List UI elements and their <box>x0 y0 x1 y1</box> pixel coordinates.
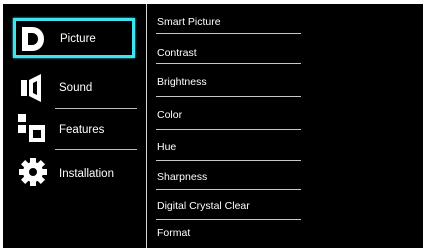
submenu-label: Digital Crystal Clear <box>157 200 250 212</box>
submenu-label: Color <box>157 109 183 121</box>
submenu-item-digital-crystal-clear[interactable]: Digital Crystal Clear <box>156 190 306 222</box>
submenu-separator <box>156 160 301 161</box>
menu-label-sound: Sound <box>59 82 93 94</box>
menu-item-installation[interactable]: Installation <box>15 152 137 192</box>
menu-item-sound[interactable]: Sound <box>15 68 137 108</box>
picture-icon <box>22 27 44 51</box>
menu-separator <box>55 149 137 150</box>
menu-label-picture: Picture <box>60 33 96 45</box>
tv-settings-screen: Picture Sound Features Installation Smar… <box>3 4 423 248</box>
submenu-label: Brightness <box>157 76 207 88</box>
installation-icon <box>19 158 47 186</box>
submenu-item-color[interactable]: Color <box>156 100 306 132</box>
submenu-item-format[interactable]: Format <box>156 222 306 248</box>
submenu-separator <box>156 219 301 220</box>
submenu-item-hue[interactable]: Hue <box>156 132 306 164</box>
menu-separator <box>55 108 137 109</box>
submenu-separator <box>156 129 301 130</box>
menu-label-features: Features <box>59 124 105 136</box>
submenu-label: Contrast <box>157 47 197 59</box>
submenu-separator <box>156 33 301 34</box>
submenu-item-brightness[interactable]: Brightness <box>156 66 306 98</box>
menu-item-features[interactable]: Features <box>15 110 137 150</box>
sound-icon <box>21 74 41 102</box>
menu-item-picture[interactable]: Picture <box>13 18 135 58</box>
submenu-label: Hue <box>157 141 177 153</box>
submenu-separator <box>156 63 301 64</box>
submenu-separator <box>156 96 301 97</box>
submenu-label: Format <box>157 227 191 239</box>
menu-label-installation: Installation <box>59 168 114 180</box>
menu-divider <box>146 4 147 248</box>
submenu-label: Sharpness <box>157 171 208 183</box>
features-icon <box>18 114 45 142</box>
submenu-label: Smart Picture <box>157 16 221 28</box>
main-menu: Picture Sound Features Installation <box>3 4 147 248</box>
